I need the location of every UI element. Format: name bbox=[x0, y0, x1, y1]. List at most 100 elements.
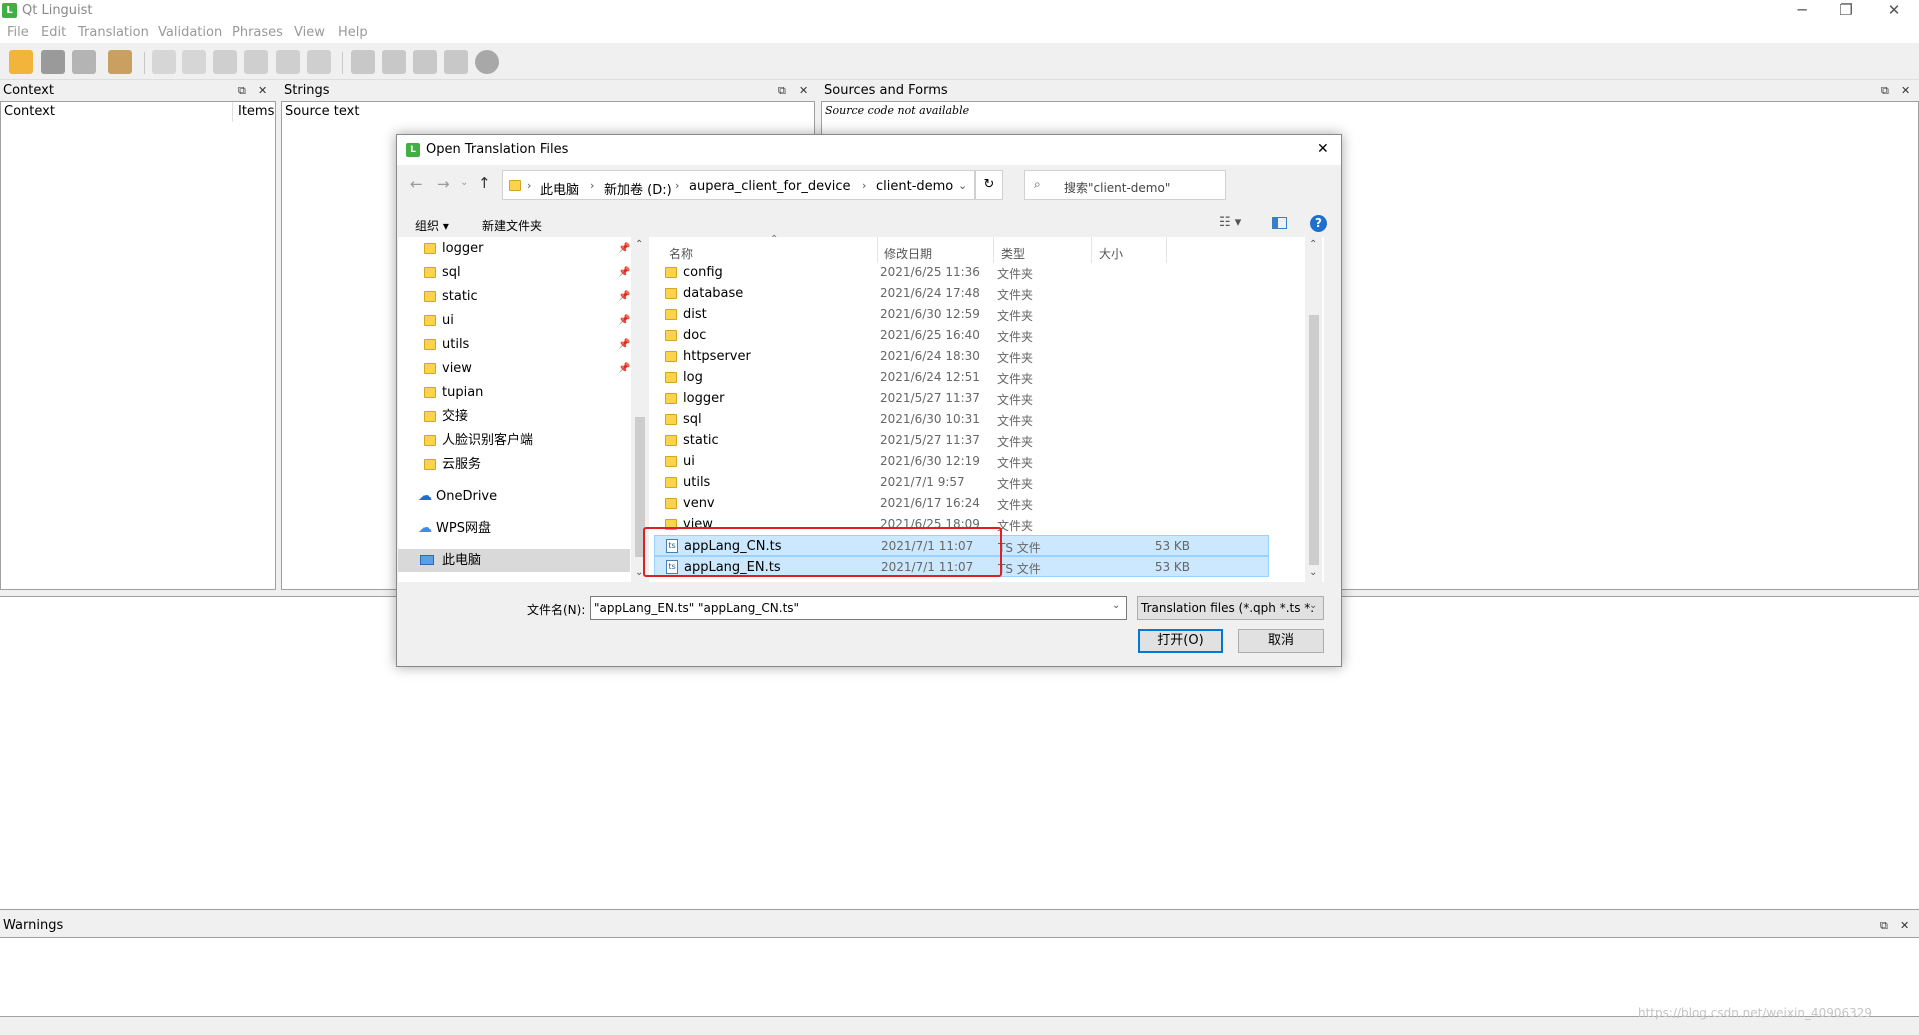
search-input[interactable]: ⌕ 搜索"client-demo" bbox=[1024, 170, 1226, 200]
back-arrow-icon[interactable]: ← bbox=[410, 175, 423, 193]
close-button[interactable]: ✕ bbox=[1871, 0, 1917, 22]
menu-edit[interactable]: Edit bbox=[41, 25, 66, 40]
context-column-header[interactable]: Context bbox=[1, 102, 233, 122]
close-icon[interactable]: ✕ bbox=[1900, 916, 1909, 936]
recent-chevron-icon[interactable]: ⌄ bbox=[460, 177, 468, 188]
nav-item-folder[interactable]: static 📌 bbox=[398, 285, 630, 308]
float-icon[interactable]: ⧉ bbox=[238, 81, 246, 101]
file-row[interactable]: dist 2021/6/30 12:59 文件夹 bbox=[654, 304, 1269, 325]
file-row[interactable]: utils 2021/7/1 9:57 文件夹 bbox=[654, 472, 1269, 493]
menu-view[interactable]: View bbox=[294, 25, 325, 40]
surrounding-whitespace-icon[interactable] bbox=[382, 50, 406, 74]
computer-icon bbox=[420, 555, 434, 565]
print-icon[interactable] bbox=[72, 50, 96, 74]
nav-item-this-pc[interactable]: 此电脑 bbox=[398, 549, 630, 572]
chevron-down-icon[interactable]: ⌄ bbox=[958, 179, 967, 192]
warnings-list[interactable] bbox=[0, 937, 1919, 1017]
menu-translation[interactable]: Translation bbox=[78, 25, 149, 40]
file-row[interactable]: doc 2021/6/25 16:40 文件夹 bbox=[654, 325, 1269, 346]
nav-item-folder[interactable]: tupian bbox=[398, 381, 630, 404]
name-column-header[interactable]: 名称 bbox=[669, 245, 693, 262]
nav-item-folder[interactable]: utils 📌 bbox=[398, 333, 630, 356]
menu-file[interactable]: File bbox=[7, 25, 29, 40]
done-next-icon[interactable] bbox=[276, 50, 300, 74]
file-row[interactable]: config 2021/6/25 11:36 文件夹 bbox=[654, 262, 1269, 283]
phrasebook-icon[interactable] bbox=[108, 50, 132, 74]
file-row[interactable]: static 2021/5/27 11:37 文件夹 bbox=[654, 430, 1269, 451]
refresh-icon[interactable]: ↻ bbox=[975, 170, 1003, 200]
nav-item-folder[interactable]: view 📌 bbox=[398, 357, 630, 380]
minimize-button[interactable]: ─ bbox=[1779, 0, 1825, 22]
file-row[interactable]: logger 2021/5/27 11:37 文件夹 bbox=[654, 388, 1269, 409]
prev-unfinished-icon[interactable] bbox=[213, 50, 237, 74]
accelerator-icon[interactable] bbox=[351, 50, 375, 74]
next-icon[interactable] bbox=[182, 50, 206, 74]
items-column-header[interactable]: Items bbox=[235, 102, 275, 122]
file-list[interactable]: 名称 ⌃ 修改日期 类型 大小 config 2021/6/25 11:36 文件夹… bbox=[643, 234, 1324, 582]
punctuation-icon[interactable] bbox=[413, 50, 437, 74]
search-icon: ⌕ bbox=[1034, 177, 1041, 191]
nav-item-folder[interactable]: sql 📌 bbox=[398, 261, 630, 284]
organize-menu[interactable]: 组织 ▾ bbox=[415, 217, 449, 234]
type-column-header[interactable]: 类型 bbox=[1001, 245, 1025, 262]
context-panel-header: Context ⧉ ✕ bbox=[0, 81, 276, 101]
breadcrumb-project[interactable]: aupera_client_for_device bbox=[689, 179, 851, 194]
nav-item-folder[interactable]: ui 📌 bbox=[398, 309, 630, 332]
phrase-match-icon[interactable] bbox=[444, 50, 468, 74]
cancel-button[interactable]: 取消 bbox=[1238, 629, 1324, 653]
breadcrumb-drive[interactable]: 新加卷 (D:) bbox=[604, 179, 672, 198]
float-icon[interactable]: ⧉ bbox=[1880, 916, 1888, 936]
filename-input[interactable]: "appLang_EN.ts" "appLang_CN.ts" ⌄ bbox=[590, 596, 1127, 620]
nav-item-folder[interactable]: 交接 bbox=[398, 405, 630, 428]
breadcrumb-this-pc[interactable]: 此电脑 bbox=[540, 179, 579, 198]
menu-help[interactable]: Help bbox=[338, 25, 368, 40]
source-text-column-header[interactable]: Source text bbox=[282, 102, 812, 122]
search-placeholder: 搜索"client-demo" bbox=[1064, 181, 1171, 195]
menu-validation[interactable]: Validation bbox=[158, 25, 222, 40]
new-folder-button[interactable]: 新建文件夹 bbox=[482, 217, 542, 234]
file-type-filter[interactable]: Translation files (*.qph *.ts *. ⌄ bbox=[1137, 596, 1324, 620]
breadcrumb-current[interactable]: client-demo bbox=[876, 179, 953, 194]
file-row[interactable]: ui 2021/6/30 12:19 文件夹 bbox=[654, 451, 1269, 472]
file-list-scrollbar[interactable]: ⌃ ⌄ bbox=[1305, 237, 1322, 582]
save-icon[interactable] bbox=[41, 50, 65, 74]
nav-item-wps-drive[interactable]: ☁ WPS网盘 bbox=[398, 517, 630, 540]
chevron-down-icon[interactable]: ⌄ bbox=[1112, 600, 1120, 611]
next-unfinished-icon[interactable] bbox=[244, 50, 268, 74]
context-list[interactable]: Context Items bbox=[0, 101, 276, 590]
size-column-header[interactable]: 大小 bbox=[1099, 245, 1123, 262]
nav-item-folder[interactable]: 云服务 bbox=[398, 453, 630, 476]
view-options-icon[interactable]: ☷ ▾ bbox=[1219, 215, 1241, 230]
place-marker-icon[interactable] bbox=[475, 50, 499, 74]
nav-item-onedrive[interactable]: ☁ OneDrive bbox=[398, 485, 630, 508]
open-translation-files-dialog: L Open Translation Files ✕ ← → ⌄ ↑ › 此电脑… bbox=[396, 134, 1342, 667]
date-column-header[interactable]: 修改日期 bbox=[884, 245, 932, 262]
file-row[interactable]: log 2021/6/24 12:51 文件夹 bbox=[654, 367, 1269, 388]
close-icon[interactable]: ✕ bbox=[1901, 81, 1910, 101]
nav-item-folder[interactable]: 人脸识别客户端 bbox=[398, 429, 630, 452]
close-icon[interactable]: ✕ bbox=[258, 81, 267, 101]
float-icon[interactable]: ⧉ bbox=[778, 81, 786, 101]
file-row[interactable]: venv 2021/6/17 16:24 文件夹 bbox=[654, 493, 1269, 514]
preview-pane-icon[interactable] bbox=[1272, 217, 1287, 229]
restore-button[interactable]: ❐ bbox=[1823, 0, 1869, 22]
open-icon[interactable] bbox=[9, 50, 33, 74]
chevron-right-icon: › bbox=[862, 179, 867, 192]
nav-item-folder[interactable]: logger 📌 bbox=[398, 237, 630, 260]
file-row[interactable]: httpserver 2021/6/24 18:30 文件夹 bbox=[654, 346, 1269, 367]
navigation-pane[interactable]: logger 📌 sql 📌 static 📌 ui 📌 utils 📌 view 📌 tu… bbox=[398, 237, 648, 582]
prev-icon[interactable] bbox=[152, 50, 176, 74]
forward-arrow-icon[interactable]: → bbox=[437, 175, 450, 193]
help-icon[interactable]: ? bbox=[1310, 215, 1327, 232]
close-icon[interactable]: ✕ bbox=[799, 81, 808, 101]
pin-icon: 📌 bbox=[618, 291, 631, 302]
menu-phrases[interactable]: Phrases bbox=[232, 25, 283, 40]
dialog-close-button[interactable]: ✕ bbox=[1317, 141, 1329, 157]
address-bar[interactable]: › 此电脑 › 新加卷 (D:) › aupera_client_for_dev… bbox=[502, 170, 975, 200]
open-button[interactable]: 打开(O) bbox=[1138, 629, 1223, 653]
file-row[interactable]: database 2021/6/24 17:48 文件夹 bbox=[654, 283, 1269, 304]
float-icon[interactable]: ⧉ bbox=[1881, 81, 1889, 101]
up-arrow-icon[interactable]: ↑ bbox=[478, 174, 491, 192]
done-icon[interactable] bbox=[307, 50, 331, 74]
file-row[interactable]: sql 2021/6/30 10:31 文件夹 bbox=[654, 409, 1269, 430]
